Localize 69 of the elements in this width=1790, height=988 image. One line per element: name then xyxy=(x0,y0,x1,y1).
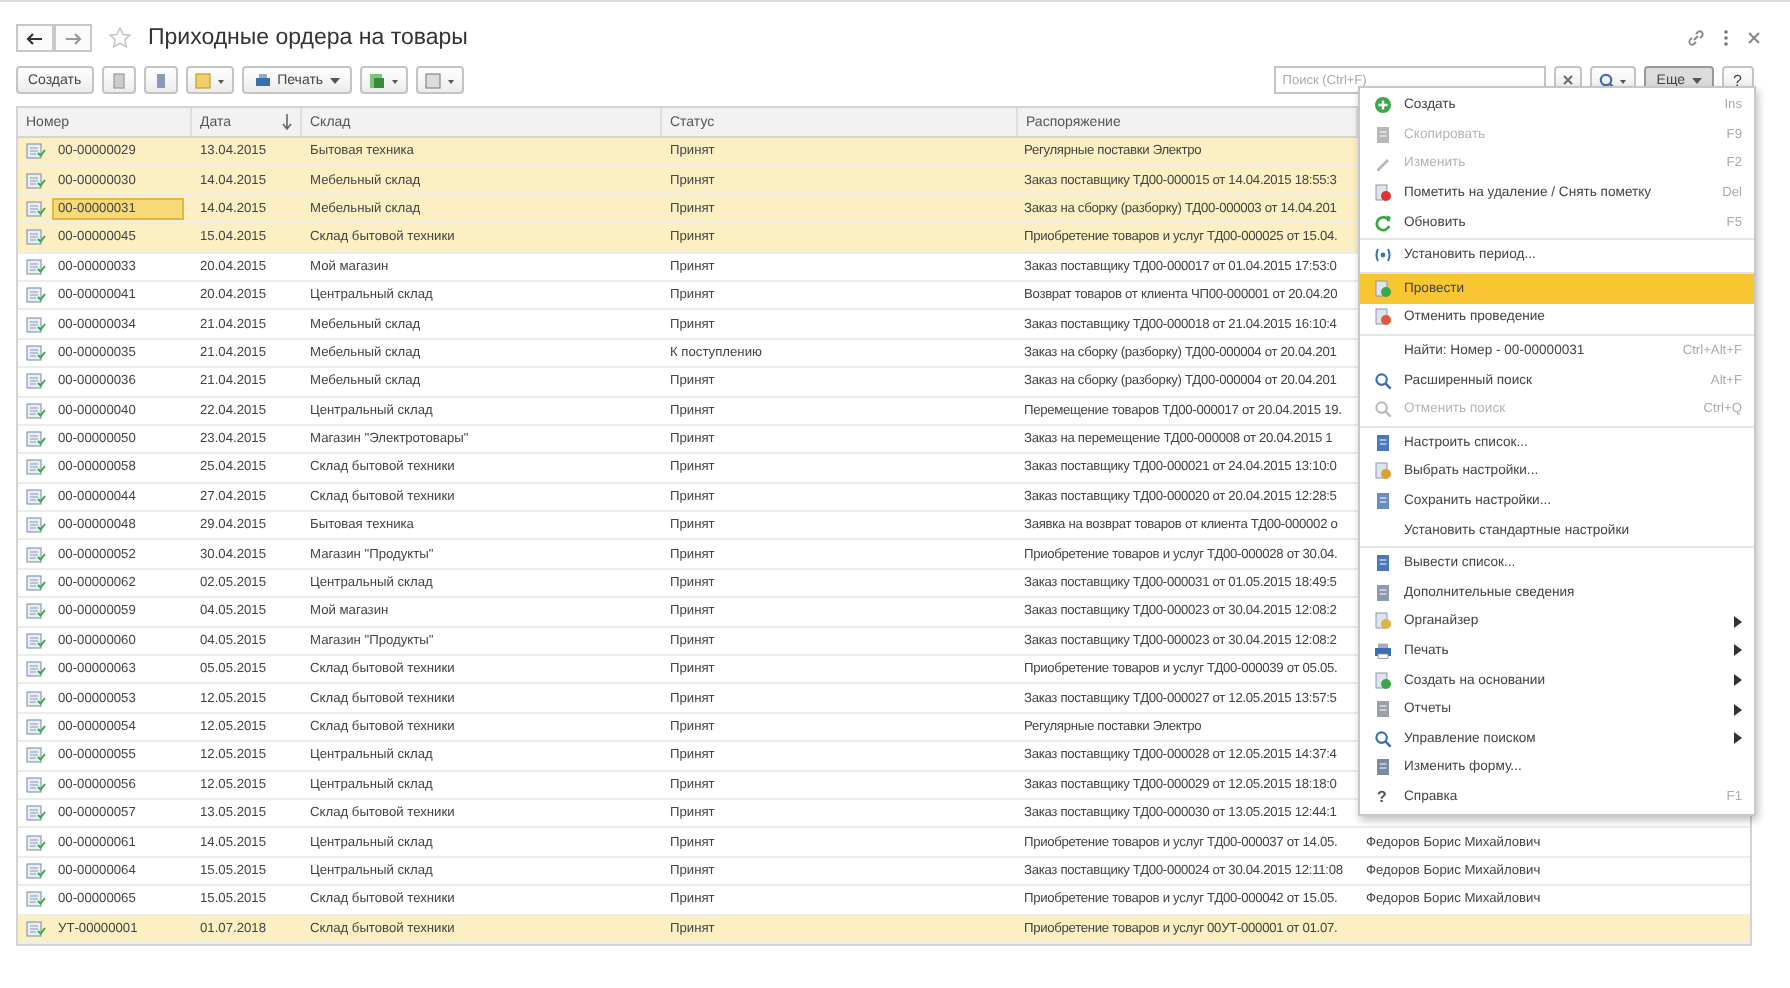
organizer-button[interactable] xyxy=(185,66,234,94)
back-arrow-icon xyxy=(26,31,44,45)
document-icon xyxy=(26,660,46,679)
document-icon xyxy=(26,257,46,276)
star-icon[interactable] xyxy=(108,26,132,50)
document-icon xyxy=(26,516,46,535)
document-icon xyxy=(26,718,46,736)
document-icon xyxy=(151,71,170,89)
link-icon[interactable] xyxy=(1686,28,1706,48)
report-dropdown-icon xyxy=(423,71,456,89)
document-icon xyxy=(26,228,46,247)
document-icon xyxy=(26,171,46,190)
printer-icon xyxy=(1373,641,1391,660)
search-icon xyxy=(1373,371,1391,390)
folder-dropdown-icon xyxy=(193,71,226,89)
search-icon xyxy=(1373,729,1391,748)
reports-button[interactable] xyxy=(415,66,464,94)
document-icon xyxy=(26,833,46,852)
document-icon xyxy=(26,919,46,938)
copy-icon xyxy=(109,71,128,89)
window-title: Приходные ордера на товары xyxy=(148,26,468,50)
clear-icon xyxy=(1562,74,1575,86)
document-icon xyxy=(26,401,46,420)
document-icon xyxy=(26,343,46,362)
document-icon xyxy=(26,487,46,506)
pencil-icon xyxy=(1373,154,1391,173)
printer-icon xyxy=(253,71,272,89)
submenu-arrow-icon xyxy=(1734,644,1742,657)
document-mark-icon xyxy=(1373,184,1391,203)
submenu-arrow-icon xyxy=(1734,615,1742,628)
document-icon xyxy=(26,430,46,449)
submenu-arrow-icon xyxy=(1734,703,1742,716)
document-icon xyxy=(26,861,46,880)
document-icon xyxy=(26,574,46,593)
document-icon xyxy=(26,689,46,708)
submenu-arrow-icon xyxy=(1734,732,1742,745)
copy-icon xyxy=(1373,125,1391,144)
more-icon[interactable] xyxy=(1722,28,1730,48)
refresh-icon xyxy=(1373,213,1391,232)
document-dropdown-icon xyxy=(367,71,400,89)
document-icon xyxy=(26,286,46,305)
document-icon xyxy=(26,775,46,794)
close-icon[interactable] xyxy=(1746,30,1762,46)
submenu-arrow-icon xyxy=(1734,674,1742,687)
document-icon xyxy=(26,458,46,477)
based-on-button[interactable] xyxy=(359,66,408,94)
document-icon xyxy=(26,890,46,909)
document-icon xyxy=(26,804,46,823)
document-icon xyxy=(26,631,46,650)
document-unpost-icon xyxy=(1373,308,1391,327)
document-icon xyxy=(1373,671,1391,690)
document-icon xyxy=(26,746,46,765)
document-post-icon xyxy=(1373,279,1391,298)
document-icon xyxy=(26,372,46,391)
sort-arrow-icon xyxy=(282,114,292,130)
document-icon xyxy=(26,142,46,161)
plus-circle-icon xyxy=(1373,96,1391,115)
caret-icon xyxy=(329,77,340,83)
period-icon xyxy=(1373,246,1391,265)
document-icon xyxy=(26,602,46,621)
search-icon xyxy=(1373,400,1391,419)
copy-button[interactable] xyxy=(101,66,136,94)
document-icon xyxy=(26,199,46,218)
forward-arrow-icon xyxy=(64,31,82,45)
document-icon xyxy=(26,315,46,334)
search-icon xyxy=(1598,71,1629,89)
mark-button[interactable] xyxy=(143,66,178,94)
back-button[interactable] xyxy=(16,24,54,52)
document-icon xyxy=(26,545,46,564)
